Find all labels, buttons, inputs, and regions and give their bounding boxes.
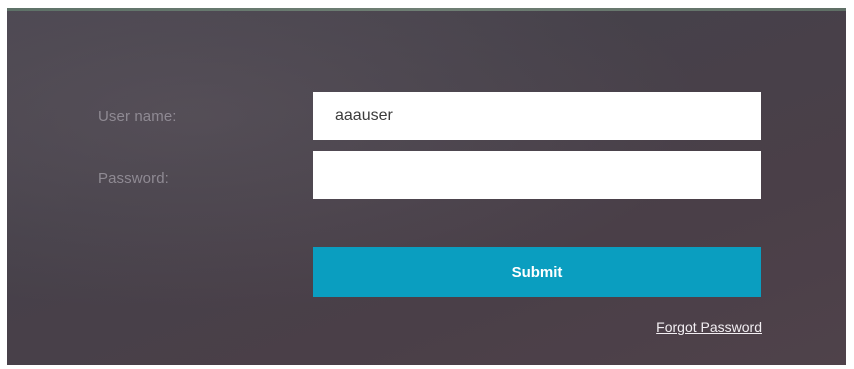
- login-panel: User name: Password: Submit Forgot Passw…: [7, 8, 846, 365]
- password-input[interactable]: [313, 151, 761, 199]
- forgot-password-link[interactable]: Forgot Password: [656, 319, 762, 335]
- password-label: Password:: [98, 170, 169, 187]
- username-label: User name:: [98, 108, 177, 125]
- submit-button[interactable]: Submit: [313, 247, 761, 297]
- top-accent-bar: [7, 8, 846, 11]
- screen: User name: Password: Submit Forgot Passw…: [0, 0, 854, 369]
- username-input[interactable]: [313, 92, 761, 140]
